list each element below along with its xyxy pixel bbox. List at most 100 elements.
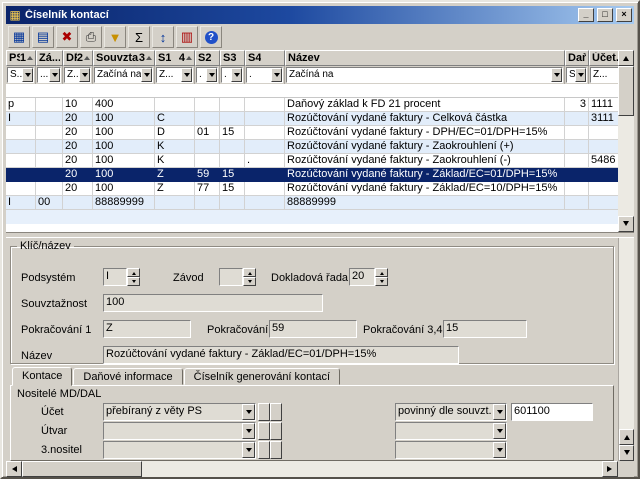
scroll-right-button[interactable] [602, 461, 618, 477]
tab-kontace[interactable]: Kontace [12, 367, 72, 386]
column-header-nazev[interactable]: Název [285, 50, 565, 66]
maximize-button[interactable]: □ [597, 8, 613, 22]
tab-danove-informace[interactable]: Daňové informace [73, 368, 182, 385]
help-button[interactable]: ? [200, 26, 222, 48]
aux-button[interactable] [258, 441, 270, 459]
column-header-souvztaznost[interactable]: Souvzta...3 [93, 50, 155, 66]
spinner-up-button[interactable] [375, 268, 388, 277]
scrollbar-track[interactable] [142, 461, 602, 477]
dropdown-button[interactable] [493, 404, 506, 420]
minimize-button[interactable]: _ [578, 8, 594, 22]
column-header-dan[interactable]: Daň... [565, 50, 589, 66]
records-button[interactable]: ▥ [176, 26, 198, 48]
dropdown-button[interactable] [79, 68, 90, 82]
title-bar[interactable]: ▦ Číselník kontací _ □ × [6, 6, 634, 24]
scrollbar-thumb[interactable] [22, 461, 142, 477]
table-row[interactable]: 20100D0115Rozúčtování vydané faktury - D… [6, 126, 618, 140]
podsystem-field[interactable]: I [103, 268, 127, 286]
zavod-spinner[interactable] [243, 268, 256, 286]
spinner-down-button[interactable] [375, 277, 388, 286]
filter-combo-dr[interactable]: Z... [64, 67, 91, 83]
column-header-ps[interactable]: PS1 [6, 50, 36, 66]
filter-combo-zavod[interactable]: ... [37, 67, 61, 83]
aux-button[interactable] [258, 403, 270, 421]
pokracovani34-field[interactable]: 15 [443, 320, 527, 338]
filter-combo-nazev[interactable]: Začíná na [286, 67, 563, 83]
filter-combo-souvztaznost[interactable]: Začíná na [94, 67, 153, 83]
souvztaznost-field[interactable]: 100 [103, 294, 323, 312]
pokracovani2-field[interactable]: 59 [269, 320, 357, 338]
detail-button[interactable]: ▤ [32, 26, 54, 48]
dropdown-button[interactable] [493, 442, 506, 458]
filter-combo-ps[interactable]: S... [7, 67, 34, 83]
print-button[interactable]: ⎙ [80, 26, 102, 48]
horizontal-scrollbar[interactable] [6, 461, 634, 477]
dropdown-button[interactable] [551, 68, 562, 82]
nazev-field[interactable]: Rozúčtování vydané faktury - Základ/EC=0… [103, 346, 459, 364]
ucet-value-field[interactable]: 601100 [511, 403, 593, 421]
dropdown-button[interactable] [242, 423, 255, 439]
filter-combo-s4[interactable]: . [246, 67, 283, 83]
column-header-dr[interactable]: DŘ2 [63, 50, 93, 66]
ucet-source-combo[interactable]: přebíraný z věty PS [103, 403, 256, 421]
scroll-left-button[interactable] [6, 461, 22, 477]
zavod-field[interactable] [219, 268, 243, 286]
dropdown-button[interactable] [49, 68, 60, 82]
dokladova-rada-field[interactable]: 20 [349, 268, 375, 286]
dropdown-button[interactable] [181, 68, 192, 82]
scroll-down-button[interactable] [618, 216, 634, 232]
aux-button[interactable] [270, 441, 282, 459]
pokracovani1-field[interactable]: Z [103, 320, 191, 338]
dokladova-rada-spinner[interactable] [375, 268, 388, 286]
close-button[interactable]: × [616, 8, 632, 22]
spinner-up-button[interactable] [127, 268, 140, 277]
table-row[interactable]: 20100Z7715Rozúčtování vydané faktury - Z… [6, 182, 618, 196]
filter-combo-dan[interactable]: S... [566, 67, 587, 83]
dropdown-button[interactable] [271, 68, 282, 82]
scrollbar-thumb[interactable] [618, 66, 634, 116]
table-row[interactable]: 20100Z5915Rozúčtování vydané faktury - Z… [6, 168, 618, 182]
dropdown-button[interactable] [493, 423, 506, 439]
spinner-down-button[interactable] [243, 277, 256, 286]
ucet-rule-combo[interactable]: povinný dle souvzt. [395, 403, 507, 421]
delete-button[interactable]: ✖ [56, 26, 78, 48]
scroll-up-button[interactable] [618, 50, 634, 66]
scroll-up-button[interactable] [619, 429, 634, 445]
dropdown-button[interactable] [242, 404, 255, 420]
column-header-s1[interactable]: S14 [155, 50, 195, 66]
browse-button[interactable]: ▦ [8, 26, 30, 48]
column-header-zavod[interactable]: Zá... [36, 50, 63, 66]
dropdown-button[interactable] [141, 68, 152, 82]
scrollbar-track[interactable] [619, 238, 634, 429]
aux-button[interactable] [270, 422, 282, 440]
filter-button[interactable]: ▼ [104, 26, 126, 48]
aux-button[interactable] [270, 403, 282, 421]
table-row[interactable]: 20100KRozúčtování vydané faktury - Zaokr… [6, 140, 618, 154]
filter-combo-s2[interactable]: . [196, 67, 218, 83]
grid-vertical-scrollbar[interactable] [618, 50, 634, 232]
podsystem-spinner[interactable] [127, 268, 140, 286]
table-row[interactable]: I20100CRozúčtování vydané faktury - Celk… [6, 112, 618, 126]
dropdown-button[interactable] [22, 68, 33, 82]
nositel3-rule-combo[interactable] [395, 441, 507, 459]
filter-combo-ucet[interactable]: Z... [590, 67, 618, 83]
column-header-ucet[interactable]: Účet... [589, 50, 618, 66]
dropdown-button[interactable] [206, 68, 217, 82]
column-header-s4[interactable]: S4 [245, 50, 285, 66]
column-header-s3[interactable]: S3 [220, 50, 245, 66]
tab-ciselnik-generovani-kontaci[interactable]: Číselník generování kontací [184, 368, 340, 385]
filter-combo-s1[interactable]: Z... [156, 67, 193, 83]
dropdown-button[interactable] [242, 442, 255, 458]
sum-button[interactable]: Σ [128, 26, 150, 48]
spinner-up-button[interactable] [243, 268, 256, 277]
column-header-s2[interactable]: S2 [195, 50, 220, 66]
filter-combo-s3[interactable]: . [221, 67, 243, 83]
dropdown-button[interactable] [575, 68, 586, 82]
scrollbar-track[interactable] [618, 116, 634, 216]
sort-button[interactable]: ↕ [152, 26, 174, 48]
nositel3-source-combo[interactable] [103, 441, 256, 459]
scroll-down-button[interactable] [619, 445, 634, 461]
utvar-rule-combo[interactable] [395, 422, 507, 440]
dropdown-button[interactable] [231, 68, 242, 82]
utvar-source-combo[interactable] [103, 422, 256, 440]
